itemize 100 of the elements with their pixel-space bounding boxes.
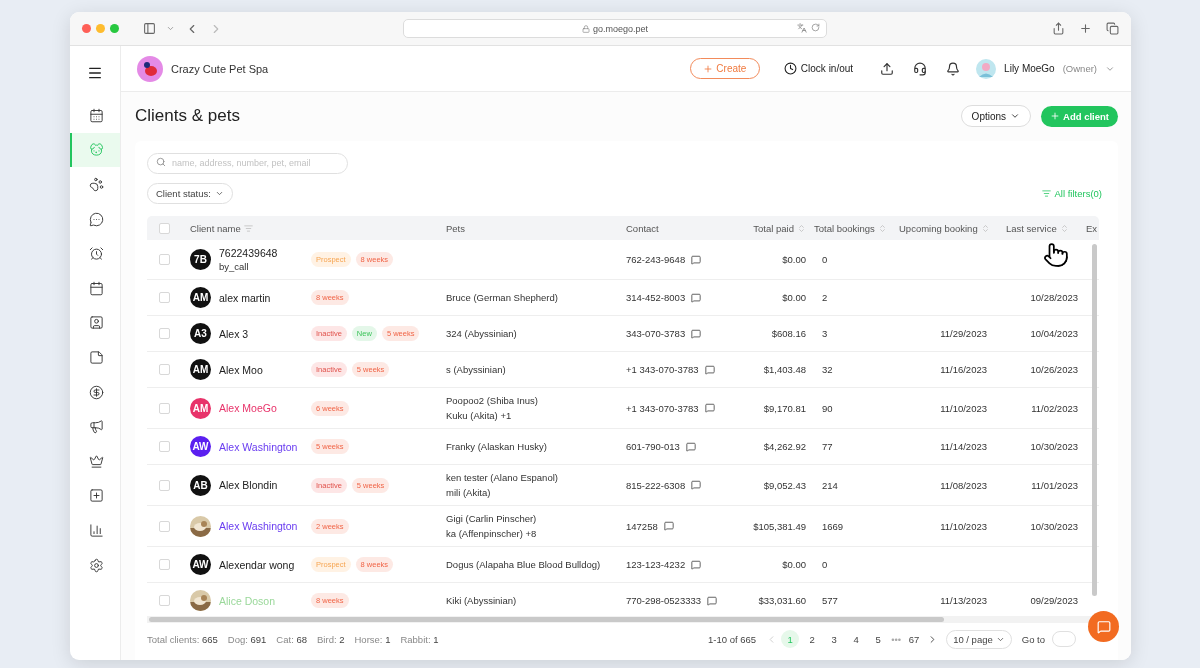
client-name[interactable]: Alex MoeGo (219, 402, 277, 414)
table-cell-text: 0 (821, 559, 829, 570)
new-tab-icon[interactable] (1079, 22, 1092, 35)
column-header[interactable]: Ex (1086, 222, 1098, 234)
checkbox[interactable] (159, 559, 170, 570)
message-icon[interactable] (691, 328, 702, 339)
message-icon[interactable] (691, 292, 702, 303)
minimize-button[interactable] (96, 24, 105, 33)
client-name[interactable]: Alex Washington (219, 440, 298, 453)
menu-icon[interactable] (87, 65, 103, 81)
checkbox[interactable] (159, 364, 170, 375)
checkbox[interactable] (159, 479, 170, 491)
page-button[interactable]: 4 (847, 630, 866, 648)
translate-icon[interactable] (797, 23, 807, 33)
avatar: AM (190, 359, 211, 380)
checkbox[interactable] (159, 441, 170, 452)
checkbox[interactable] (159, 254, 170, 265)
message-icon[interactable] (663, 521, 674, 531)
client-status-dropdown[interactable]: Client status: (147, 183, 233, 204)
client-name[interactable]: 7622439648 (219, 247, 278, 259)
tabs-icon[interactable] (1106, 22, 1119, 35)
clock-in-out-button[interactable]: Clock in/out (777, 61, 860, 76)
page-button[interactable]: 5 (869, 630, 888, 648)
user-name: Lily MoeGo (1004, 63, 1055, 74)
page-button[interactable]: 2 (803, 630, 822, 648)
checkbox[interactable] (159, 328, 170, 339)
user-avatar[interactable] (976, 58, 997, 79)
sidebar-toggle-icon[interactable] (143, 22, 156, 35)
message-icon[interactable] (704, 403, 715, 413)
address-bar[interactable]: go.moego.pet (403, 19, 827, 38)
table-cell-text: $0.00 (781, 292, 807, 303)
client-name[interactable]: Alex Blondin (219, 479, 278, 491)
client-name[interactable]: Alexendar wong (219, 558, 295, 571)
settings-icon (88, 557, 104, 573)
client-name[interactable]: Alex 3 (219, 327, 249, 340)
filter-icon[interactable] (243, 223, 253, 233)
chat-icon (88, 211, 104, 227)
user-role: (Owner) (1062, 63, 1097, 74)
message-icon[interactable] (691, 254, 702, 265)
reload-icon[interactable] (811, 23, 820, 32)
page-size-dropdown[interactable]: 10 / page (946, 629, 1012, 649)
table-cell-text: 10/30/2023 (1029, 441, 1079, 452)
sort-icon[interactable] (797, 223, 806, 233)
column-header[interactable]: Total paid (753, 222, 794, 234)
go-to-label: Go to (1021, 633, 1045, 645)
calendar-icon (88, 107, 104, 123)
table-cell-text: $9,170.81 (762, 402, 807, 414)
client-name[interactable]: alex martin (219, 291, 271, 304)
phone-number: 762-243-9648 (626, 254, 686, 265)
client-name[interactable]: Alex Moo (219, 363, 263, 376)
pet-name: Gigi (Carlin Pinscher) (446, 513, 538, 524)
column-header[interactable]: Total bookings (814, 222, 875, 234)
go-to-field[interactable] (1052, 631, 1076, 647)
crown-icon (88, 453, 104, 469)
page-button[interactable]: 67 (905, 630, 924, 648)
checkbox[interactable] (159, 595, 170, 606)
lock-icon (581, 24, 590, 33)
checkbox[interactable] (159, 402, 170, 414)
column-header[interactable]: Last service (1006, 222, 1057, 234)
note-icon (88, 349, 104, 365)
plus-icon (1050, 111, 1061, 121)
avatar: 7B (190, 249, 211, 270)
sort-icon[interactable] (877, 223, 887, 233)
chat-icon (1096, 619, 1111, 634)
message-icon[interactable] (691, 559, 702, 570)
checkbox[interactable] (159, 520, 170, 532)
page-button[interactable]: 3 (825, 630, 844, 648)
client-name[interactable]: Alex Washington (219, 520, 298, 532)
table-cell-text: $608.16 (770, 328, 807, 339)
message-icon[interactable] (704, 364, 715, 375)
message-icon[interactable] (707, 595, 717, 606)
close-button[interactable] (82, 24, 91, 33)
sort-icon[interactable] (1059, 223, 1069, 233)
table-cell-text: 10/30/2023 (1029, 520, 1079, 532)
scrollbar[interactable] (1092, 244, 1097, 596)
client-source: by_call (219, 261, 250, 272)
sort-icon[interactable] (980, 223, 990, 233)
table-cell-text: 11/13/2023 (939, 595, 988, 606)
scrollbar[interactable] (149, 617, 944, 622)
phone-number: 601-790-013 (626, 441, 680, 452)
maximize-button[interactable] (110, 24, 119, 33)
checkbox[interactable] (159, 292, 170, 303)
column-header[interactable]: Contact (626, 222, 659, 234)
phone-number: 343-070-3783 (626, 328, 686, 339)
column-header[interactable]: Upcoming booking (899, 222, 978, 234)
column-header[interactable]: Client name (190, 222, 241, 234)
share-icon[interactable] (1052, 22, 1065, 35)
options-button[interactable]: Options (960, 105, 1032, 127)
pet-name: ken tester (Alano Espanol) (446, 472, 559, 483)
table-cell-text: 11/10/2023 (939, 402, 988, 414)
chevron-down-icon (214, 189, 224, 198)
avatar: AW (190, 436, 211, 457)
message-icon[interactable] (685, 441, 696, 452)
table-cell-text: 11/08/2023 (939, 479, 988, 491)
checkbox[interactable] (159, 222, 170, 234)
pet-name: Kiki (Abyssinian) (446, 595, 518, 606)
caret-icon[interactable] (166, 24, 175, 33)
message-icon[interactable] (691, 480, 702, 490)
sidebar-item[interactable] (70, 132, 120, 168)
column-header[interactable]: Pets (446, 222, 465, 234)
